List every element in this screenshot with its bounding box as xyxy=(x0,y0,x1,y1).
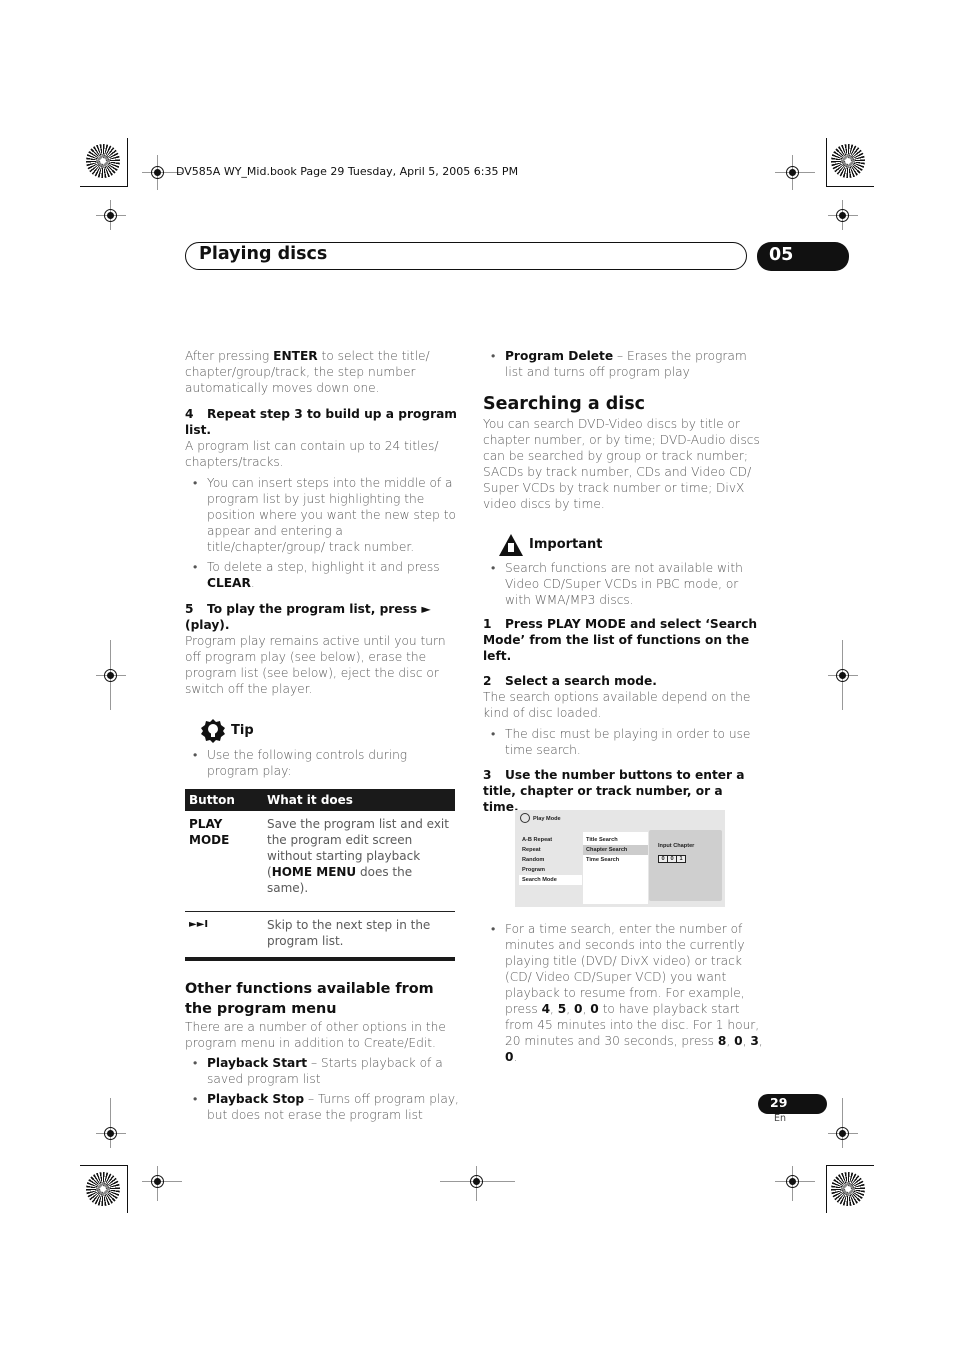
step-4-text: A program list can contain up to 24 titl… xyxy=(185,439,439,469)
step-2-bullets: The disc must be playing in order to use… xyxy=(483,726,761,758)
registration-crosshair-icon xyxy=(836,1127,849,1140)
step-4-heading: 4 Repeat step 3 to build up a program lis… xyxy=(185,407,458,437)
input-label: Input Chapter xyxy=(658,843,695,849)
step-4-bullets: You can insert steps into the middle of … xyxy=(185,475,460,591)
menu-item[interactable]: Program xyxy=(519,865,582,875)
list-item: Search functions are not available with … xyxy=(483,560,761,608)
screen-title: Play Mode xyxy=(533,816,561,822)
step-3-heading: 3 Use the number buttons to enter a title… xyxy=(483,768,745,814)
registration-crosshair-icon xyxy=(104,1127,117,1140)
warning-hand-icon xyxy=(499,534,523,556)
table-row: ►►I Skip to the next step in the program… xyxy=(185,911,455,961)
registration-crosshair-icon xyxy=(151,166,164,179)
table-header-row: Button What it does xyxy=(185,789,455,811)
registration-crosshair-icon xyxy=(151,1175,164,1188)
step-2-text: The search options available depend on t… xyxy=(483,690,751,720)
registration-crosshair-icon xyxy=(104,669,117,682)
right-column: Program Delete – Erases the program list… xyxy=(483,348,761,815)
intro-paragraph: After pressing ENTER to select the title… xyxy=(185,349,430,395)
searching-intro: You can search DVD-Video discs by title … xyxy=(483,417,760,511)
description-cell: Skip to the next step in the program lis… xyxy=(263,911,455,961)
program-delete-bullet: Program Delete – Erases the program list… xyxy=(483,348,761,380)
submenu-item-selected[interactable]: Chapter Search xyxy=(583,845,648,855)
left-column: After pressing ENTER to select the title… xyxy=(185,348,460,1127)
list-item: The disc must be playing in order to use… xyxy=(483,726,761,758)
other-functions-heading: Other functions available from the progr… xyxy=(185,981,434,1017)
menu-item[interactable]: Random xyxy=(519,855,582,865)
main-menu: A-B Repeat Repeat Random Program Search … xyxy=(519,835,582,885)
step-2-heading: 2 Select a search mode. xyxy=(483,674,657,688)
tip-label: Tip xyxy=(231,723,254,738)
tip-bullets: Use the following controls during progra… xyxy=(185,747,460,779)
registration-crosshair-icon xyxy=(104,209,117,222)
registration-starburst-icon xyxy=(86,144,120,178)
description-cell: Save the program list and exit the progr… xyxy=(263,811,455,912)
column-header: Button xyxy=(185,789,263,811)
important-box: Important xyxy=(499,534,761,556)
registration-crosshair-icon xyxy=(836,209,849,222)
time-search-note: For a time search, enter the number of m… xyxy=(483,921,763,1069)
column-header: What it does xyxy=(263,789,455,811)
print-slug: DV585A WY_Mid.book Page 29 Tuesday, Apri… xyxy=(176,165,519,178)
crop-mark xyxy=(826,1165,874,1166)
list-item: To delete a step, highlight it and press… xyxy=(185,559,460,591)
crop-mark xyxy=(80,186,128,187)
list-item: Playback Stop – Turns off program play, … xyxy=(185,1091,460,1123)
crop-mark xyxy=(826,1165,827,1213)
registration-crosshair-icon xyxy=(786,1175,799,1188)
sub-menu: Title Search Chapter Search Time Search xyxy=(583,832,648,904)
table-row: PLAY MODE Save the program list and exit… xyxy=(185,811,455,912)
next-step-icon: ►►I xyxy=(185,911,263,961)
step-1-heading: 1 Press PLAY MODE and select ‘Search Mode… xyxy=(483,617,758,663)
chapter-number: 05 xyxy=(769,245,794,265)
list-item: Program Delete – Erases the program list… xyxy=(483,348,761,380)
list-item: Use the following controls during progra… xyxy=(185,747,460,779)
crop-mark xyxy=(826,138,827,186)
other-functions-text: There are a number of other options in t… xyxy=(185,1020,446,1050)
page-number-badge xyxy=(758,1094,827,1114)
play-mode-icon xyxy=(520,813,530,823)
submenu-item[interactable]: Time Search xyxy=(583,855,648,865)
digit: 1 xyxy=(677,856,685,862)
submenu-item[interactable]: Title Search xyxy=(583,835,648,845)
crop-mark xyxy=(127,138,128,186)
step-5-heading: 5 To play the program list, press ► (play… xyxy=(185,602,431,632)
registration-starburst-icon xyxy=(831,1172,865,1206)
important-bullets: Search functions are not available with … xyxy=(483,560,761,608)
important-label: Important xyxy=(529,537,603,552)
crop-mark xyxy=(826,186,874,187)
menu-item-selected[interactable]: Search Mode xyxy=(519,875,582,885)
other-functions-bullets: Playback Start – Starts playback of a sa… xyxy=(185,1055,460,1123)
menu-item[interactable]: A-B Repeat xyxy=(519,835,582,845)
lightbulb-icon xyxy=(201,719,225,743)
menu-item[interactable]: Repeat xyxy=(519,845,582,855)
list-item: Playback Start – Starts playback of a sa… xyxy=(185,1055,460,1087)
tip-box: Tip xyxy=(201,719,460,743)
registration-starburst-icon xyxy=(86,1172,120,1206)
input-panel: Input Chapter 0 0 1 xyxy=(649,830,722,901)
digit-input[interactable]: 0 0 1 xyxy=(658,855,686,863)
crop-mark xyxy=(80,1165,128,1166)
controls-table: Button What it does PLAY MODE Save the p… xyxy=(185,789,455,961)
registration-starburst-icon xyxy=(831,144,865,178)
button-cell: PLAY MODE xyxy=(185,811,263,912)
step-5-text: Program play remains active until you tu… xyxy=(185,634,446,696)
page-number: 29 xyxy=(770,1095,788,1110)
digit: 0 xyxy=(659,856,668,862)
registration-crosshair-icon xyxy=(786,166,799,179)
registration-crosshair-icon xyxy=(836,669,849,682)
play-mode-screen: Play Mode A-B Repeat Repeat Random Progr… xyxy=(515,810,725,907)
searching-heading: Searching a disc xyxy=(483,394,646,414)
registration-crosshair-icon xyxy=(470,1175,483,1188)
list-item: You can insert steps into the middle of … xyxy=(185,475,460,555)
section-title: Playing discs xyxy=(199,244,328,264)
digit: 0 xyxy=(668,856,677,862)
page-language: En xyxy=(774,1113,787,1124)
crop-mark xyxy=(127,1165,128,1213)
list-item: For a time search, enter the number of m… xyxy=(483,921,763,1065)
